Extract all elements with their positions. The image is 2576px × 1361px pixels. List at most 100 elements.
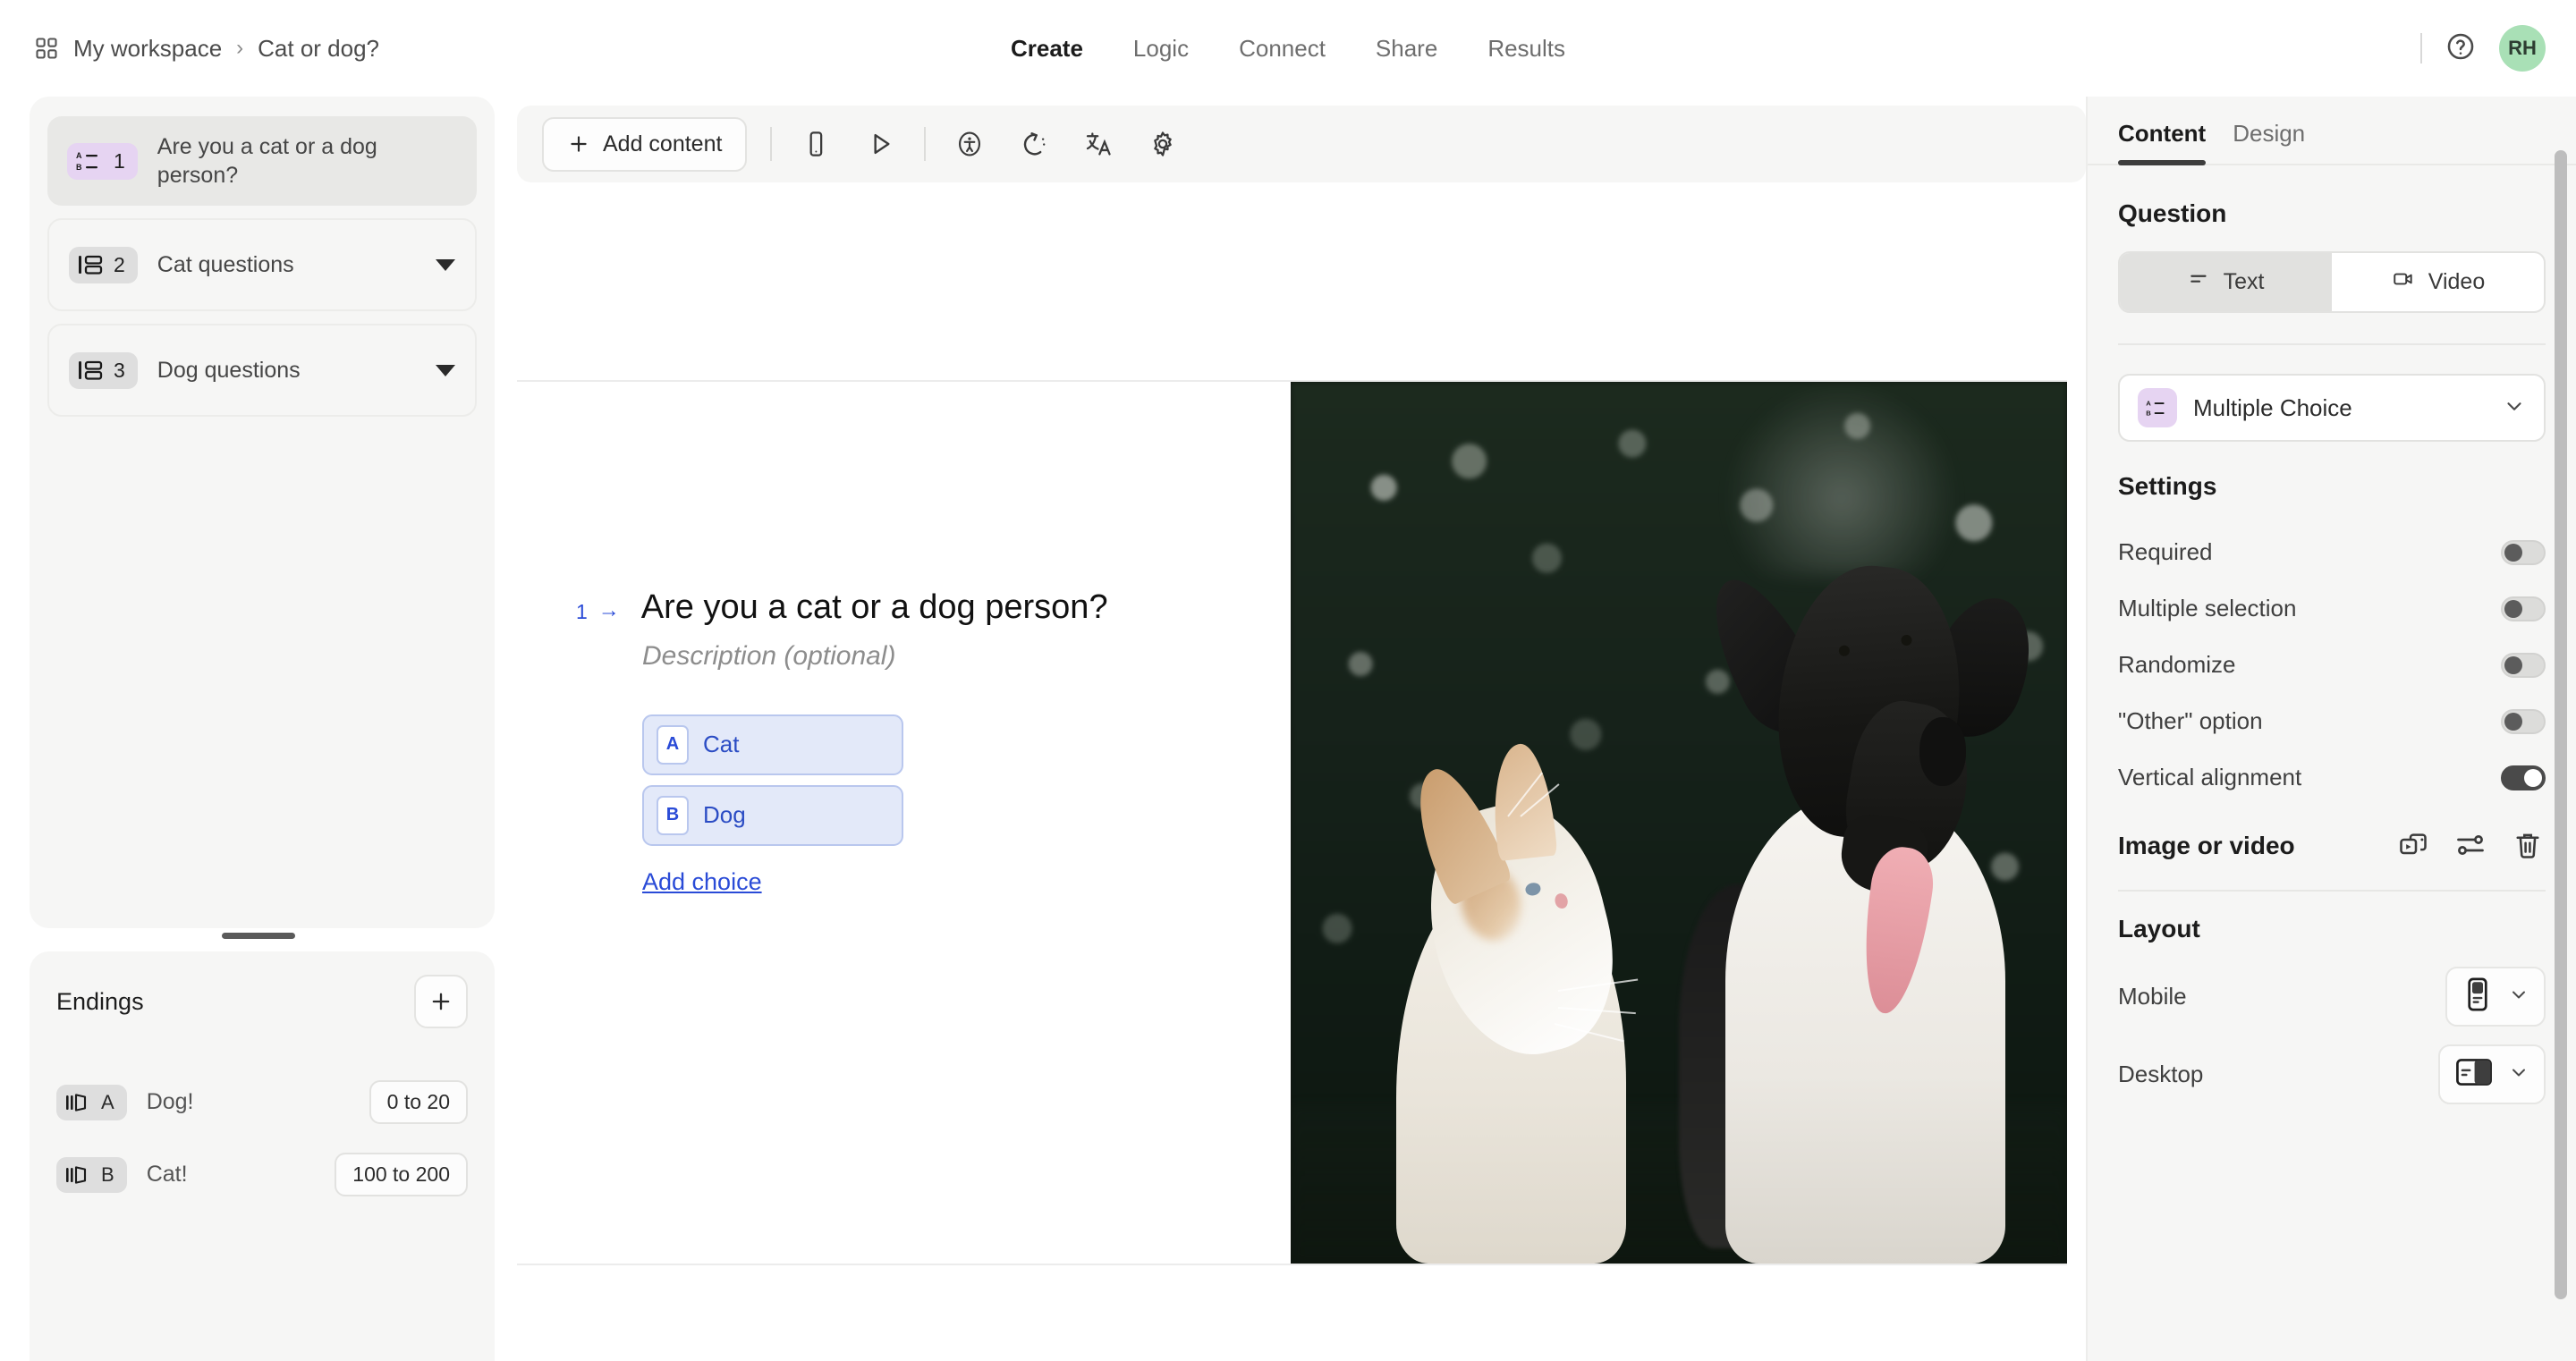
setting-label: Randomize [2118,651,2236,678]
setting-row-multiple-selection: Multiple selection [2118,580,2546,637]
add-content-button[interactable]: Add content [542,116,748,172]
segment-video[interactable]: Video [2332,253,2544,311]
choice-option-a[interactable]: A Cat [642,714,903,775]
replace-media-icon[interactable] [2397,829,2431,863]
question-description-input[interactable]: Description (optional) [642,641,1238,672]
divider [770,127,773,161]
breadcrumb-form-title[interactable]: Cat or dog? [258,35,379,63]
question-section-title: Question [2118,199,2227,227]
question-title[interactable]: Are you a cat or a dog person? [641,588,1108,629]
ending-range-badge[interactable]: 0 to 20 [369,1080,468,1124]
ending-letter: B [101,1162,114,1186]
add-ending-button[interactable] [414,975,468,1028]
toggle-other-option[interactable] [2501,708,2546,734]
chevron-down-icon[interactable] [436,258,455,271]
sidebar-resize-handle[interactable] [222,933,295,939]
sidebar-endings-panel: Endings A Dog! 0 to 20 B Cat! 100 to 200 [30,951,495,1361]
divider [2420,33,2422,63]
segment-text-label: Text [2223,269,2265,294]
question-media-type-toggle: Text Video [2118,251,2546,313]
toggle-randomize[interactable] [2501,652,2546,678]
right-panel-body: Question Text Video A B Multiple Choice … [2088,165,2576,1104]
chevron-down-icon[interactable] [2503,394,2526,422]
layout-row-mobile: Mobile [2118,967,2546,1027]
canvas-toolbar: Add content [517,106,2086,182]
toggle-multiple-selection[interactable] [2501,596,2546,621]
group-icon: 3 [69,351,138,389]
layout-row-desktop: Desktop [2118,1044,2546,1104]
sidebar-item-label: Dog questions [157,358,301,383]
dog-figure [1664,505,2052,1264]
setting-label: Multiple selection [2118,595,2297,621]
multiple-choice-icon: A B [2138,388,2177,427]
chevron-down-icon[interactable] [436,364,455,376]
segment-text[interactable]: Text [2120,253,2332,311]
accessibility-icon[interactable] [949,123,990,165]
ending-letter: A [101,1090,114,1113]
tab-design[interactable]: Design [2233,120,2305,164]
chevron-down-icon[interactable] [2508,984,2529,1010]
mobile-preview-icon[interactable] [795,123,836,165]
sidebar-item-group-dog-questions[interactable]: 3 Dog questions [47,324,477,417]
question-media-image[interactable] [1291,382,2067,1264]
ending-item-dog[interactable]: A Dog! 0 to 20 [56,1080,468,1124]
tab-results[interactable]: Results [1484,35,1569,63]
sidebar-item-group-cat-questions[interactable]: 2 Cat questions [47,218,477,311]
sidebar-item-question-1[interactable]: A B 1 Are you a cat or a dog person? [47,116,477,206]
play-preview-icon[interactable] [860,123,901,165]
layout-mobile-stacked-icon [2462,976,2494,1017]
add-content-label: Add content [603,131,723,156]
chevron-down-icon[interactable] [2508,1061,2529,1087]
media-section-title: Image or video [2118,832,2295,859]
sidebar-item-number: 1 [114,148,125,173]
sidebar-item-number: 2 [114,252,125,276]
choice-text[interactable]: Dog [703,801,746,829]
top-bar-actions: RH [2420,0,2546,97]
layout-select-desktop[interactable] [2438,1044,2546,1104]
tab-content[interactable]: Content [2118,120,2207,165]
choice-option-b[interactable]: B Dog [642,784,903,846]
svg-text:A: A [2146,399,2151,407]
layout-select-mobile[interactable] [2445,967,2546,1027]
ending-icon: A [56,1084,127,1120]
adjust-media-icon[interactable] [2454,829,2488,863]
add-choice-link[interactable]: Add choice [642,868,762,896]
app-root: My workspace › Cat or dog? Create Logic … [0,0,2576,1361]
top-bar: My workspace › Cat or dog? Create Logic … [0,0,2576,97]
trash-icon[interactable] [2512,829,2546,863]
gear-icon[interactable] [1142,123,1183,165]
group-icon: 2 [69,246,138,283]
toggle-required[interactable] [2501,539,2546,565]
toggle-vertical-alignment[interactable] [2501,765,2546,790]
grid-icon[interactable] [34,36,59,61]
right-panel-scrollbar[interactable] [2555,150,2567,1299]
ending-item-cat[interactable]: B Cat! 100 to 200 [56,1153,468,1196]
avatar[interactable]: RH [2499,25,2546,72]
multiple-choice-icon: A B 1 [67,142,138,180]
question-type-select[interactable]: A B Multiple Choice [2118,374,2546,442]
setting-row-randomize: Randomize [2118,637,2546,693]
choice-text[interactable]: Cat [703,731,739,758]
sidebar-item-label: Are you a cat or a dog person? [157,134,377,188]
undo-icon[interactable] [1013,123,1055,165]
tab-logic[interactable]: Logic [1130,35,1192,63]
layout-label: Mobile [2118,983,2187,1010]
tab-share[interactable]: Share [1372,35,1441,63]
setting-label: Required [2118,538,2213,565]
translate-icon[interactable] [1078,123,1119,165]
svg-text:A: A [76,151,82,160]
arrow-right-icon: → [597,598,620,622]
question-canvas: 1 → Are you a cat or a dog person? Descr… [517,380,2067,1265]
breadcrumb-workspace[interactable]: My workspace [73,35,222,63]
layout-desktop-split-icon [2454,1054,2494,1095]
setting-label: Vertical alignment [2118,764,2302,790]
question-mark-icon[interactable] [2445,31,2476,66]
tab-create[interactable]: Create [1007,35,1087,63]
tab-connect[interactable]: Connect [1235,35,1329,63]
ending-name: Cat! [146,1162,188,1187]
divider [2118,343,2546,345]
media-section: Image or video [2118,829,2546,863]
video-icon [2391,267,2416,297]
ending-range-badge[interactable]: 100 to 200 [335,1153,468,1196]
layout-section-title: Layout [2118,915,2200,943]
